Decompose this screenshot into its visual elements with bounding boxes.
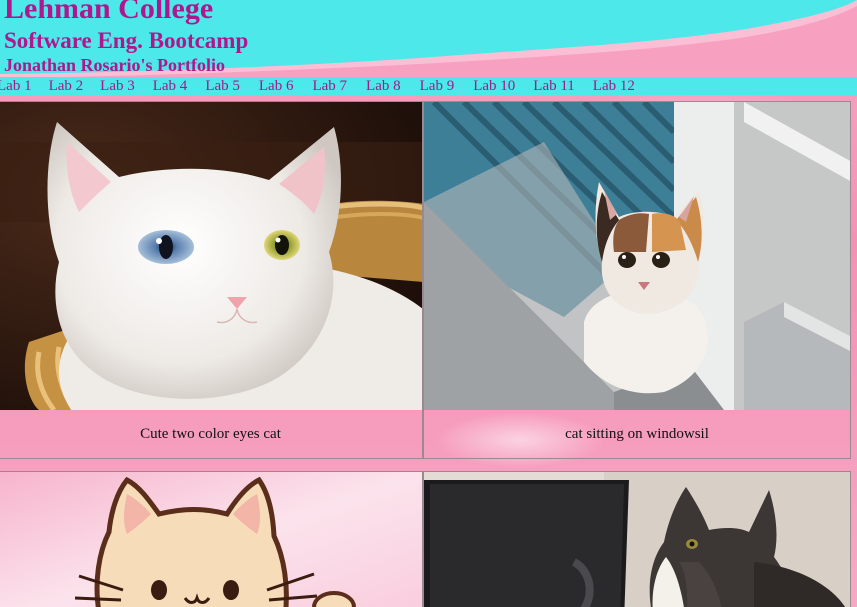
nav-link-lab-4[interactable]: Lab 4 [153, 77, 188, 95]
gallery-card: Cute two color eyes cat [0, 101, 423, 459]
lab-nav-bar: Lab 1 Lab 2 Lab 3 Lab 4 Lab 5 Lab 6 Lab … [0, 77, 857, 95]
college-title: Lehman College [4, 0, 214, 25]
portfolio-subtitle: Jonathan Rosario's Portfolio [4, 55, 226, 75]
cat-photo-laptop[interactable] [424, 472, 850, 607]
gallery-card [0, 471, 423, 607]
nav-link-lab-9[interactable]: Lab 9 [420, 77, 455, 95]
nav-link-lab-5[interactable]: Lab 5 [205, 77, 240, 95]
cat-photo-kitten-windowsill[interactable] [424, 102, 850, 410]
nav-link-lab-2[interactable]: Lab 2 [49, 77, 84, 95]
nav-link-lab-1[interactable]: Lab 1 [0, 77, 32, 95]
gallery-card [423, 471, 851, 607]
nav-link-lab-8[interactable]: Lab 8 [366, 77, 401, 95]
nav-link-lab-3[interactable]: Lab 3 [100, 77, 135, 95]
gallery-card: cat sitting on windowsil [423, 101, 851, 459]
program-subtitle: Software Eng. Bootcamp [4, 28, 249, 53]
gallery-caption: Cute two color eyes cat [140, 426, 281, 442]
cat-illustration-cartoon[interactable] [0, 472, 422, 607]
nav-link-lab-10[interactable]: Lab 10 [473, 77, 515, 95]
nav-link-lab-6[interactable]: Lab 6 [259, 77, 294, 95]
site-header: Lehman College Software Eng. Bootcamp Jo… [0, 0, 857, 78]
nav-link-lab-12[interactable]: Lab 12 [593, 77, 635, 95]
nav-link-lab-11[interactable]: Lab 11 [533, 77, 575, 95]
gallery-caption: cat sitting on windowsil [565, 426, 709, 442]
cat-photo-white-two-color-eyes[interactable] [0, 102, 422, 410]
nav-link-lab-7[interactable]: Lab 7 [312, 77, 347, 95]
